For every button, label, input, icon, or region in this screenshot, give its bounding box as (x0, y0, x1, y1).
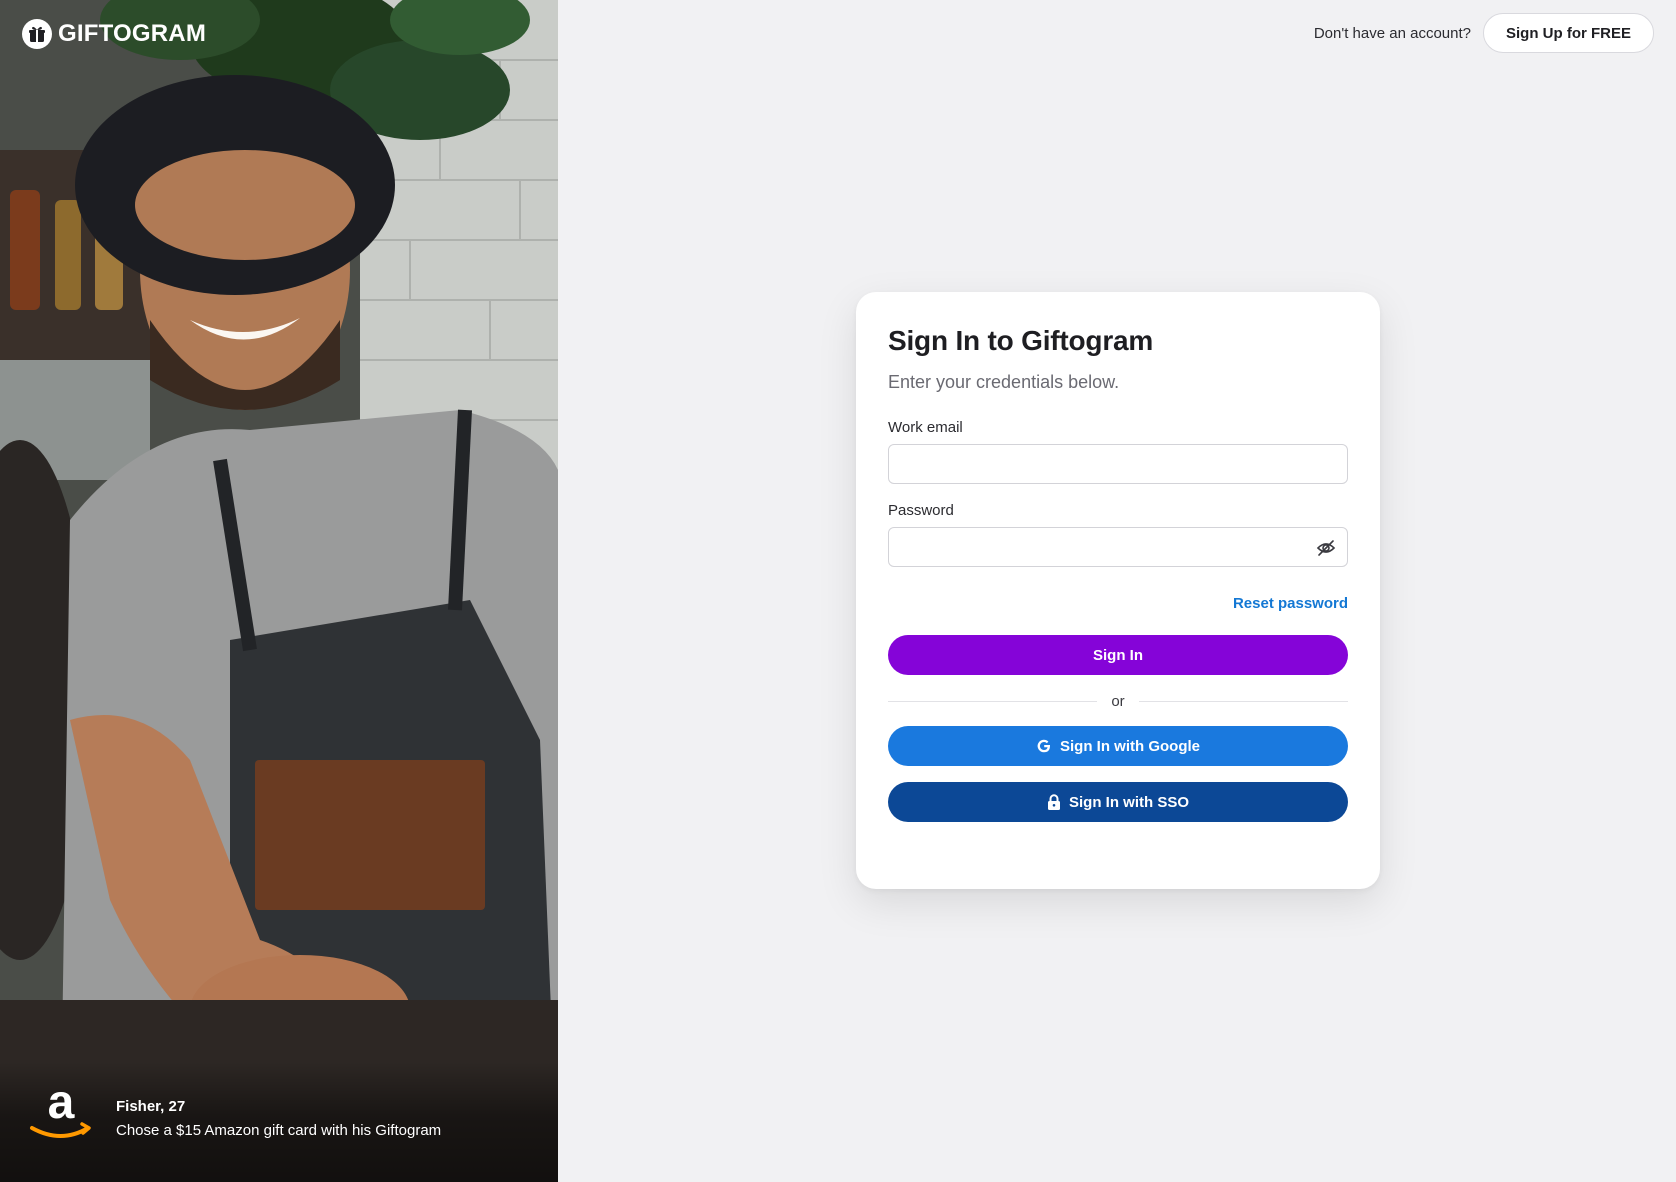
sso-sign-in-button[interactable]: Sign In with SSO (888, 782, 1348, 822)
giftogram-logo[interactable]: GIFTOGRAM (22, 19, 206, 49)
reset-row: Reset password (888, 595, 1348, 613)
email-label: Work email (888, 419, 963, 436)
sso-sign-in-label: Sign In with SSO (1069, 793, 1189, 811)
testimonial-name: Fisher, 27 (116, 1098, 186, 1115)
lock-icon (1048, 794, 1060, 810)
sign-in-page: GIFTOGRAM a Fisher, 27 Chose a $15 Amazo… (0, 0, 1676, 1182)
password-label: Password (888, 502, 954, 519)
svg-text:a: a (48, 1082, 75, 1129)
or-divider: or (888, 693, 1348, 710)
hero-photo (0, 0, 558, 1182)
password-field-wrapper (888, 519, 1348, 567)
page-title: Sign In to Giftogram (888, 325, 1154, 356)
divider-line-right (1138, 701, 1348, 702)
testimonial-description: Chose a $15 Amazon gift card with his Gi… (116, 1122, 442, 1139)
google-g-icon (1037, 739, 1051, 753)
logo-wordmark: GIFTOGRAM (58, 20, 207, 47)
page-subtitle: Enter your credentials below. (888, 372, 1120, 392)
amazon-logo: a (30, 1082, 91, 1138)
sign-in-button[interactable]: Sign In (888, 635, 1348, 675)
google-sign-in-button[interactable]: Sign In with Google (888, 726, 1348, 766)
divider-line-left (888, 701, 1098, 702)
gift-icon (22, 19, 52, 49)
or-text: or (1111, 693, 1125, 710)
google-sign-in-label: Sign In with Google (1060, 737, 1200, 755)
hero-photo-panel: GIFTOGRAM a Fisher, 27 Chose a $15 Amazo… (0, 0, 558, 1182)
sign-in-button-label: Sign In (1093, 646, 1143, 664)
reset-password-link[interactable]: Reset password (1233, 595, 1348, 612)
signup-button[interactable]: Sign Up for FREE (1483, 13, 1654, 53)
signup-prompt-bar: Don't have an account? Sign Up for FREE (1314, 13, 1654, 53)
eye-off-icon[interactable] (1316, 538, 1336, 558)
password-field[interactable] (888, 527, 1348, 567)
testimonial: a Fisher, 27 Chose a $15 Amazon gift car… (0, 1062, 558, 1182)
email-field[interactable] (888, 444, 1348, 484)
signup-prompt-text: Don't have an account? (1313, 24, 1471, 42)
sign-in-card: Sign In to Giftogram Enter your credenti… (856, 292, 1380, 889)
